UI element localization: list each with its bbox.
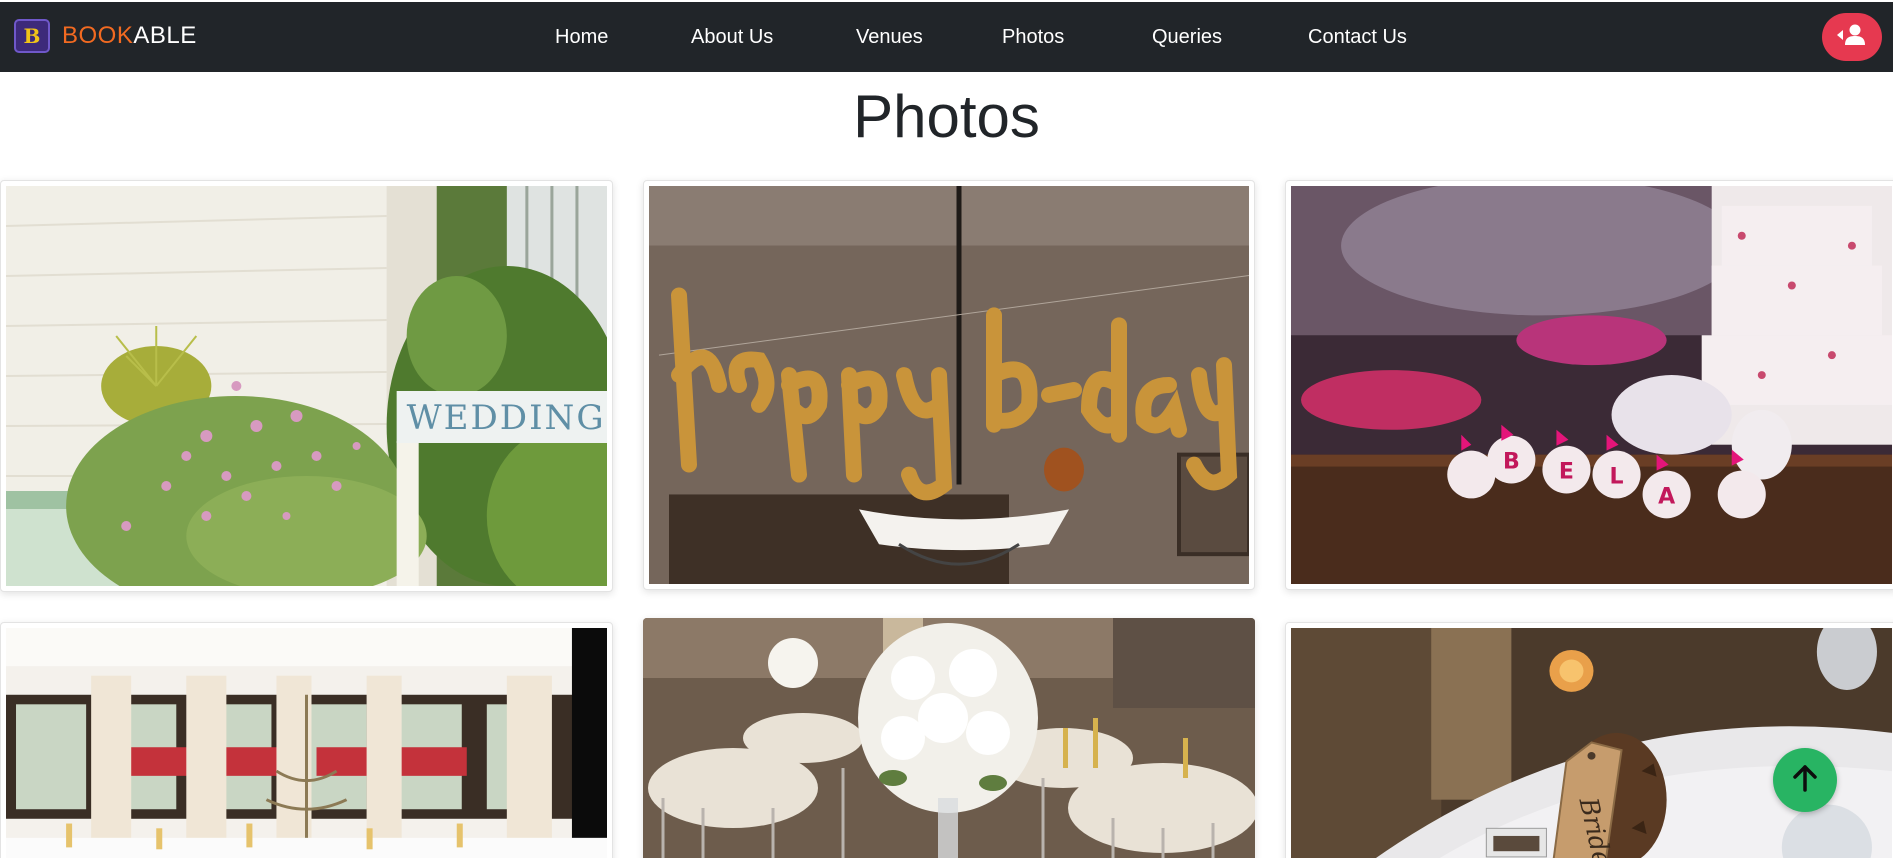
- nav-link-contact-us[interactable]: Contact Us: [1308, 26, 1407, 49]
- photo-card: [643, 618, 1255, 858]
- photo-hydrangea-centerpiece[interactable]: [643, 618, 1255, 858]
- photo-card: Bride: [1285, 622, 1893, 858]
- photo-wedding-sign[interactable]: WEDDING: [6, 186, 607, 586]
- scroll-to-top-button[interactable]: [1773, 748, 1837, 812]
- nav-link-home[interactable]: Home: [555, 26, 608, 49]
- arrow-up-icon: [1790, 763, 1820, 797]
- photo-dessert-table[interactable]: B E L A: [1291, 186, 1892, 584]
- dessert-letter-a: A: [1658, 484, 1675, 509]
- photo-card: B E L A: [1285, 180, 1893, 590]
- nav-link-about-us[interactable]: About Us: [691, 26, 773, 49]
- photo-banquet-hall[interactable]: [6, 628, 607, 858]
- photo-card: [0, 622, 613, 858]
- nav-link-venues[interactable]: Venues: [856, 26, 923, 49]
- dessert-letter-l: L: [1610, 465, 1624, 490]
- wedding-sign-text: WEDDING: [407, 398, 606, 438]
- photo-card: WEDDING: [0, 180, 613, 592]
- nav-menu: Home About Us Venues Photos Queries Cont…: [0, 2, 1893, 72]
- nav-link-photos[interactable]: Photos: [1002, 26, 1064, 49]
- user-login-button[interactable]: [1822, 13, 1882, 61]
- page-title: Photos: [853, 83, 1040, 150]
- dessert-letter-b: B: [1503, 450, 1520, 475]
- photo-card: [643, 180, 1255, 590]
- dessert-letter-e: E: [1559, 460, 1574, 485]
- photo-bride-place-card[interactable]: Bride: [1291, 628, 1892, 858]
- nav-link-queries[interactable]: Queries: [1152, 26, 1222, 49]
- user-icon: [1835, 23, 1869, 51]
- navbar: B BOOKABLE Home About Us Venues Photos Q…: [0, 2, 1893, 72]
- photo-happy-bday-balloons[interactable]: [649, 186, 1249, 584]
